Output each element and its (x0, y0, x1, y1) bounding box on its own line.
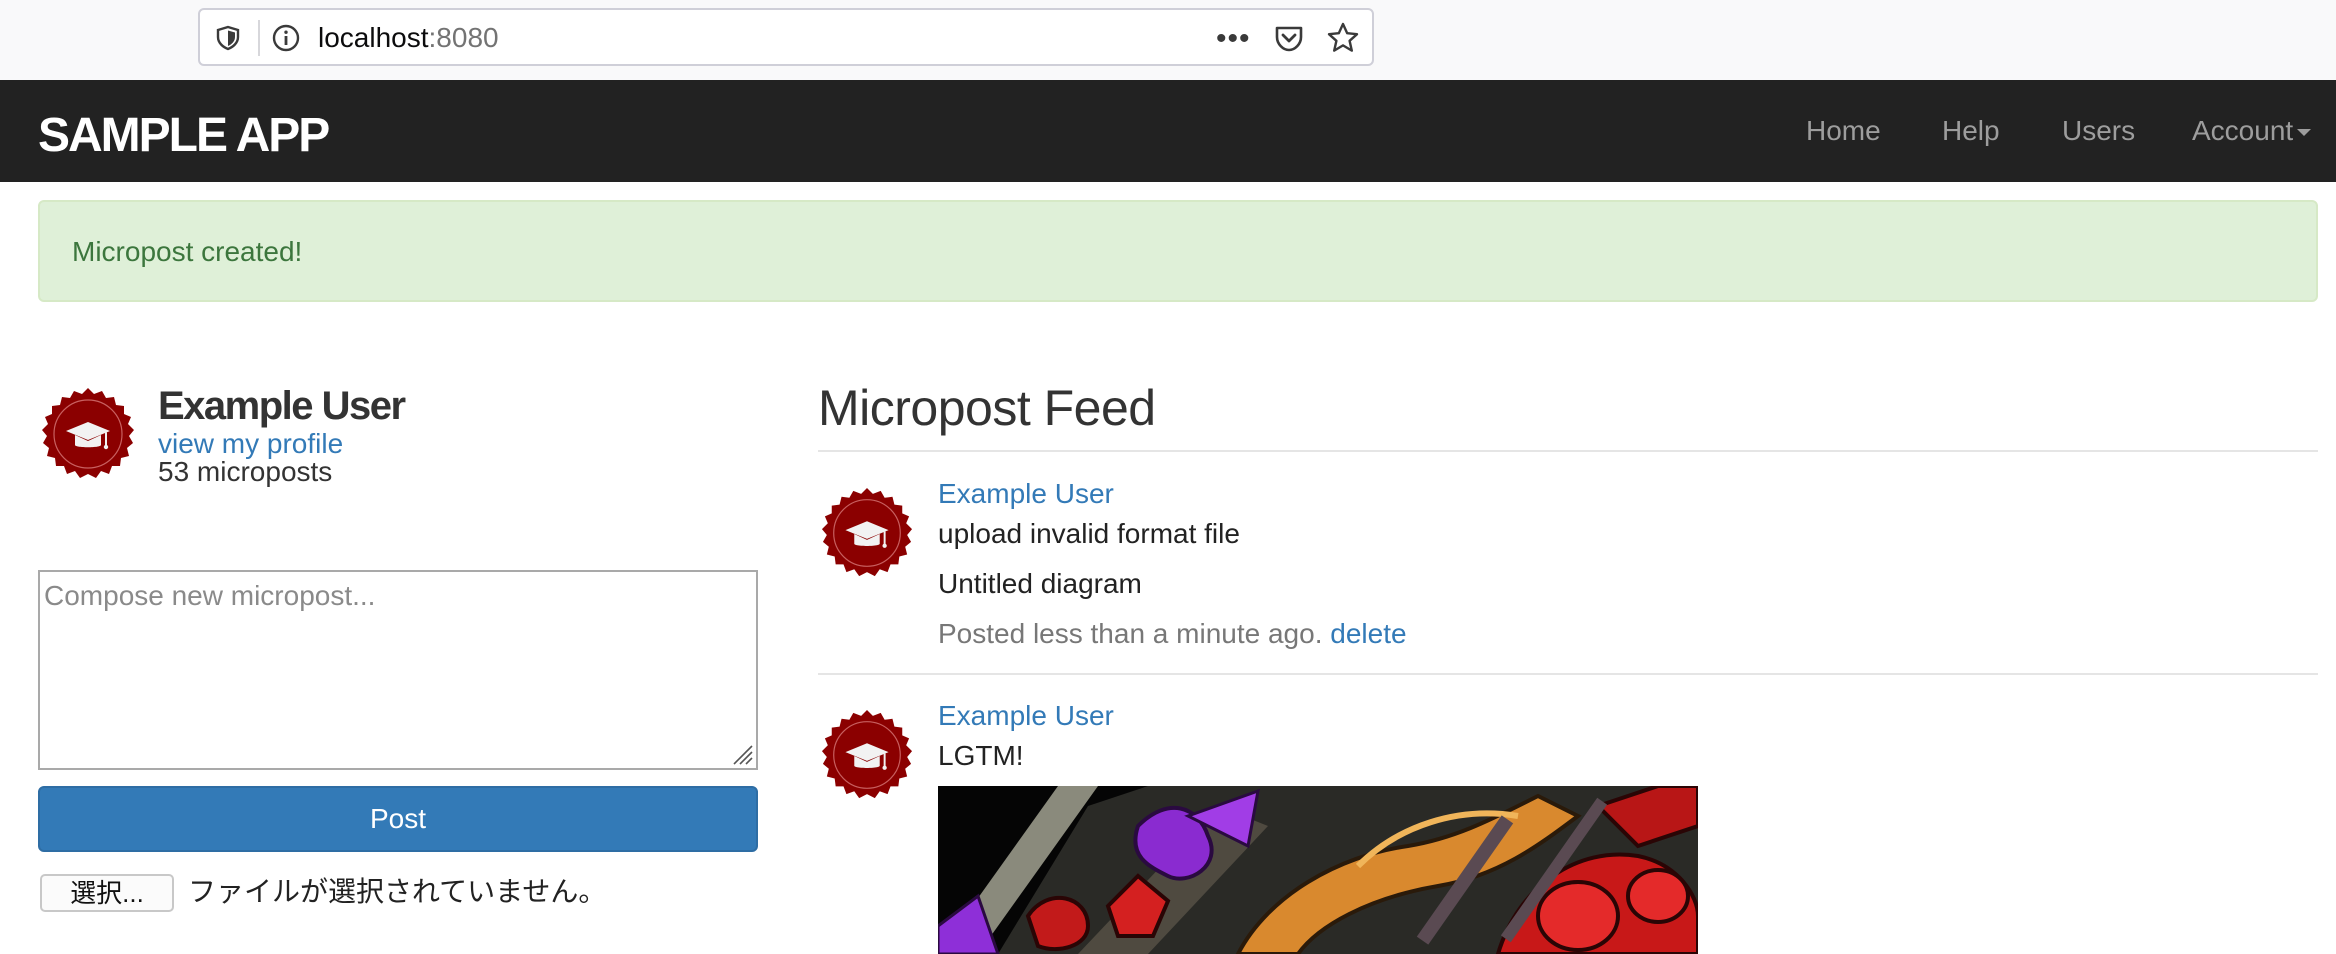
url-text[interactable]: localhost:8080 (318, 22, 499, 54)
micropost-count: 53 microposts (158, 456, 333, 487)
resize-grip-icon[interactable] (728, 740, 754, 766)
app-logo[interactable]: SAMPLE APP (38, 108, 330, 164)
browser-toolbar: localhost:8080 ••• (0, 0, 2336, 80)
feed-image-artwork (938, 786, 1698, 954)
nav-users[interactable]: Users (2062, 114, 2135, 148)
bookmark-star-icon[interactable] (1326, 21, 1360, 55)
navbar: SAMPLE APP Home Help Users Account (0, 80, 2336, 182)
sidebar-user-name: Example User (158, 384, 406, 428)
url-port: :8080 (428, 22, 499, 53)
feed-divider (818, 450, 2318, 452)
file-status-text: ファイルが選択されていません。 (188, 876, 607, 907)
feed-title: Micropost Feed (818, 380, 1156, 436)
feed-item-content: upload invalid format file (938, 518, 1240, 549)
address-bar[interactable]: localhost:8080 ••• (198, 8, 1374, 66)
feed-item-user-link[interactable]: Example User (938, 478, 1114, 510)
feed-item-attachment-name: Untitled diagram (938, 568, 1142, 599)
nav-account[interactable]: Account (2192, 114, 2312, 148)
micropost-textarea[interactable]: Compose new micropost... (38, 570, 758, 770)
nav-help[interactable]: Help (1942, 114, 2000, 148)
feed-item-image (938, 786, 1698, 954)
feed-item-meta: Posted less than a minute ago. delete (938, 618, 1407, 650)
address-bar-separator (258, 20, 260, 56)
caret-down-icon (2297, 129, 2312, 137)
feed-item-content: LGTM! (938, 740, 1024, 771)
delete-link[interactable]: delete (1330, 618, 1406, 649)
user-avatar[interactable] (40, 386, 136, 482)
alert-message: Micropost created! (72, 236, 303, 267)
feed-item-avatar[interactable] (820, 708, 914, 802)
page-actions-menu-icon[interactable]: ••• (1216, 22, 1251, 56)
feed-item-avatar[interactable] (820, 486, 914, 580)
feed-item-user-link[interactable]: Example User (938, 700, 1114, 732)
tracking-protection-icon[interactable] (214, 24, 242, 52)
url-host: localhost (318, 22, 429, 53)
compose-placeholder: Compose new micropost... (44, 580, 376, 611)
nav-account-label: Account (2192, 115, 2294, 146)
pocket-icon[interactable] (1272, 22, 1306, 56)
flash-success-alert: Micropost created! (38, 200, 2318, 302)
file-select-button[interactable]: 選択... (40, 874, 174, 912)
feed-divider (818, 673, 2318, 675)
post-button[interactable]: Post (38, 786, 758, 852)
feed-item-timestamp: Posted less than a minute ago. (938, 618, 1323, 649)
nav-home[interactable]: Home (1806, 114, 1881, 148)
site-info-icon[interactable] (270, 22, 302, 54)
